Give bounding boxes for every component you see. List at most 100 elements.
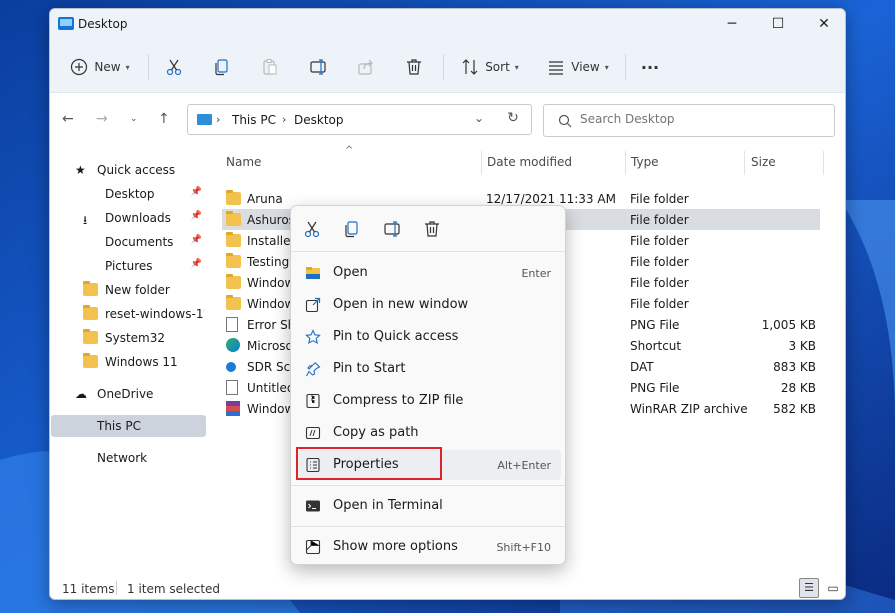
close-button[interactable]: ✕ xyxy=(801,9,845,40)
breadcrumb-desktop[interactable]: Desktop xyxy=(294,113,344,127)
context-copy-button[interactable] xyxy=(343,220,365,240)
pin-icon: 📌 xyxy=(190,259,202,269)
arrow-up-icon: ↑ xyxy=(158,111,170,127)
view-button[interactable]: View ▾ xyxy=(542,51,614,83)
context-menu-label: Show more options xyxy=(333,539,458,554)
column-divider xyxy=(744,151,745,175)
sidebar-item[interactable]: Pictures 📌 xyxy=(51,255,206,277)
column-date-modified[interactable]: Date modified xyxy=(487,155,572,169)
recent-locations-button[interactable]: ⌄ xyxy=(130,114,138,124)
sidebar-item[interactable]: Desktop 📌 xyxy=(51,183,206,205)
file-type: File folder xyxy=(630,192,689,206)
column-type[interactable]: Type xyxy=(631,155,659,169)
delete-button[interactable] xyxy=(400,51,428,83)
sidebar-item[interactable]: ⭳ Downloads 📌 xyxy=(51,207,206,229)
sort-button[interactable]: Sort ▾ xyxy=(454,51,526,83)
rename-icon xyxy=(310,59,326,75)
maximize-button[interactable]: ☐ xyxy=(755,9,801,40)
sidebar-item[interactable]: ★ Quick access xyxy=(51,159,206,181)
chevron-down-icon: ▾ xyxy=(125,62,130,72)
chevron-down-icon: ▾ xyxy=(514,62,519,72)
file-type: File folder xyxy=(630,276,689,290)
file-type: DAT xyxy=(630,360,654,374)
cloud-icon: ☁ xyxy=(75,387,87,401)
share-button[interactable] xyxy=(352,51,380,83)
sidebar-item[interactable]: New folder xyxy=(51,279,206,301)
file-name: Aruna xyxy=(247,192,283,206)
forward-button[interactable]: → xyxy=(96,111,108,127)
sidebar-item-label: Network xyxy=(97,451,148,465)
context-menu-item[interactable]: Copy as path xyxy=(297,418,561,448)
context-menu-item[interactable]: Open Enter xyxy=(297,258,561,288)
tiles-view-icon: ▭ xyxy=(827,581,839,595)
column-name[interactable]: Name xyxy=(226,155,261,169)
sidebar-item[interactable]: ☁ OneDrive xyxy=(51,383,206,405)
context-cut-button[interactable] xyxy=(303,220,325,240)
context-menu-item[interactable]: Compress to ZIP file xyxy=(297,386,561,416)
folder-icon xyxy=(83,281,98,296)
search-box[interactable] xyxy=(543,104,835,137)
file-size: 582 KB xyxy=(773,402,816,416)
copy-path-icon xyxy=(305,426,321,440)
context-menu-item[interactable]: Properties Alt+Enter xyxy=(297,450,561,480)
folder-icon xyxy=(226,253,241,268)
details-view-button[interactable]: ☰ xyxy=(799,578,819,598)
network-icon xyxy=(75,451,90,464)
refresh-icon: ↻ xyxy=(507,110,519,126)
file-type: File folder xyxy=(630,297,689,311)
more-button[interactable]: ··· xyxy=(635,51,665,83)
sidebar-item[interactable]: This PC xyxy=(51,415,206,437)
address-history-button[interactable]: ⌄ xyxy=(474,111,484,125)
folder-icon xyxy=(226,190,241,205)
sidebar-item-label: Pictures xyxy=(105,259,153,273)
context-menu-label: Pin to Quick access xyxy=(333,329,459,344)
column-divider xyxy=(481,151,482,175)
context-rename-button[interactable] xyxy=(383,220,405,240)
minimize-button[interactable]: ─ xyxy=(709,9,755,40)
rename-button[interactable] xyxy=(304,51,332,83)
star-outline-icon xyxy=(305,329,321,345)
sidebar-item[interactable]: Windows 11 xyxy=(51,351,206,373)
toolbar-divider xyxy=(625,54,626,80)
new-button[interactable]: New ▾ xyxy=(64,51,136,83)
arrow-left-icon: ← xyxy=(62,111,74,127)
refresh-button[interactable]: ↻ xyxy=(500,103,526,134)
tiles-view-button[interactable]: ▭ xyxy=(823,578,843,598)
column-size[interactable]: Size xyxy=(751,155,776,169)
sidebar-item[interactable]: Network xyxy=(51,447,206,469)
pin-icon xyxy=(306,362,321,377)
sidebar-item-label: OneDrive xyxy=(97,387,154,401)
context-menu-item[interactable]: Show more options Shift+F10 xyxy=(297,532,561,562)
sidebar-item-label: New folder xyxy=(105,283,170,297)
search-input[interactable] xyxy=(580,112,820,126)
file-size: 883 KB xyxy=(773,360,816,374)
context-delete-button[interactable] xyxy=(423,220,445,240)
context-menu-item[interactable]: Open in Terminal xyxy=(297,491,561,521)
status-bar: 11 items 1 item selected ☰ ▭ xyxy=(50,575,845,599)
paste-button[interactable] xyxy=(256,51,284,83)
documents-icon xyxy=(83,235,98,248)
context-menu-item[interactable]: Pin to Quick access xyxy=(297,322,561,352)
sidebar-item[interactable]: System32 xyxy=(51,327,206,349)
pictures-icon xyxy=(83,259,98,272)
back-button[interactable]: ← xyxy=(62,111,74,127)
selection-count: 1 item selected xyxy=(127,582,221,596)
sidebar-item[interactable]: Documents 📌 xyxy=(51,231,206,253)
file-type: WinRAR ZIP archive xyxy=(630,402,748,416)
sidebar-item[interactable]: reset-windows-11-s xyxy=(51,303,206,325)
address-bar[interactable]: › This PC › Desktop ⌄ xyxy=(187,104,532,135)
context-menu-item[interactable]: Pin to Start xyxy=(297,354,561,384)
up-button[interactable]: ↑ xyxy=(158,111,170,127)
breadcrumb-this-pc[interactable]: This PC xyxy=(232,113,276,127)
file-type: File folder xyxy=(630,255,689,269)
rename-icon xyxy=(384,221,400,237)
breadcrumb-chevron-icon: › xyxy=(282,113,287,126)
column-divider xyxy=(823,151,824,175)
context-menu-item[interactable]: Open in new window xyxy=(297,290,561,320)
file-name: Microso xyxy=(247,339,293,353)
star-icon: ★ xyxy=(75,163,86,177)
file-type: File folder xyxy=(630,213,689,227)
copy-button[interactable] xyxy=(208,51,236,83)
cut-button[interactable] xyxy=(160,51,188,83)
sidebar-item-label: Quick access xyxy=(97,163,176,177)
